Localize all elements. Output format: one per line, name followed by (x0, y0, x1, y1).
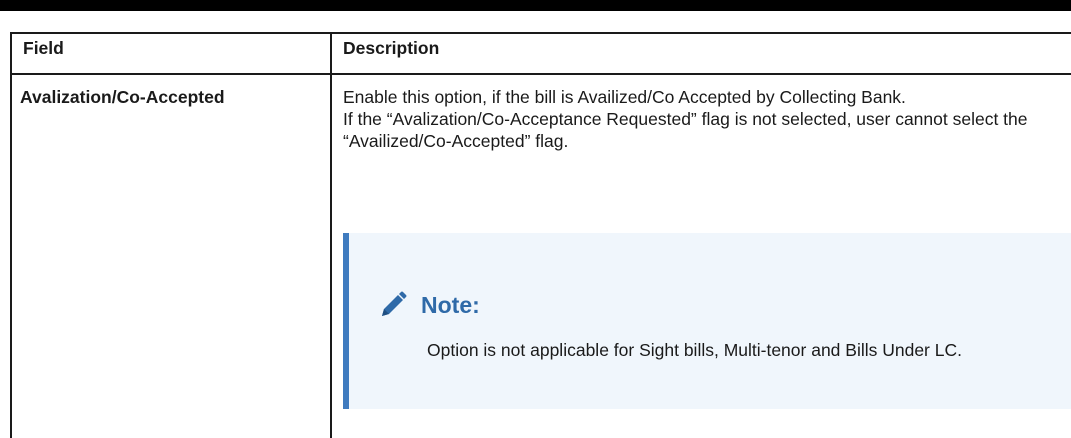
table-top-border (10, 32, 1071, 34)
note-header: Note: (377, 289, 480, 321)
note-title: Note: (421, 291, 480, 318)
header-description: Description (343, 38, 440, 58)
header-divider (10, 73, 1071, 75)
table-left-border (10, 32, 12, 438)
note-text: Option is not applicable for Sight bills… (427, 340, 962, 360)
note-callout: Note: Option is not applicable for Sight… (343, 233, 1071, 409)
description-line-2: If the “Avalization/Co-Acceptance Reques… (343, 109, 1028, 151)
description-line-1: Enable this option, if the bill is Avail… (343, 87, 906, 107)
description-cell: Enable this option, if the bill is Avail… (343, 86, 1063, 152)
header-field: Field (23, 38, 64, 58)
top-rule (0, 0, 1071, 11)
column-divider (330, 32, 332, 438)
field-name-cell: Avalization/Co-Accepted (20, 87, 225, 107)
field-description-table: Field Description Avalization/Co-Accepte… (10, 11, 1071, 438)
pencil-icon (382, 291, 407, 316)
